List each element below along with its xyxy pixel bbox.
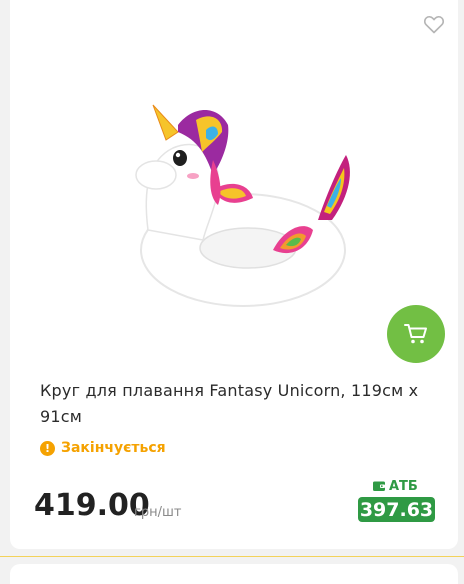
club-price-label: АТБ bbox=[372, 478, 418, 494]
next-product-card[interactable] bbox=[10, 564, 458, 584]
club-price-badge: 397.63 bbox=[358, 497, 435, 522]
exclamation-icon: ! bbox=[40, 440, 55, 456]
price-unit: грн/шт bbox=[134, 505, 182, 520]
shopping-cart-icon bbox=[404, 324, 427, 344]
club-name: АТБ bbox=[389, 478, 418, 494]
regular-price: 419.00 bbox=[34, 488, 150, 523]
product-image[interactable] bbox=[118, 80, 368, 350]
product-card[interactable]: Круг для плавання Fantasy Unicorn, 119см… bbox=[10, 0, 458, 549]
add-to-cart-button[interactable] bbox=[387, 305, 445, 363]
wallet-icon bbox=[373, 481, 385, 491]
status-text: Закінчується bbox=[61, 440, 166, 456]
heart-icon[interactable] bbox=[422, 12, 446, 36]
section-divider bbox=[0, 556, 464, 557]
availability-status: ! Закінчується bbox=[40, 438, 166, 458]
product-title[interactable]: Круг для плавання Fantasy Unicorn, 119см… bbox=[40, 378, 440, 430]
